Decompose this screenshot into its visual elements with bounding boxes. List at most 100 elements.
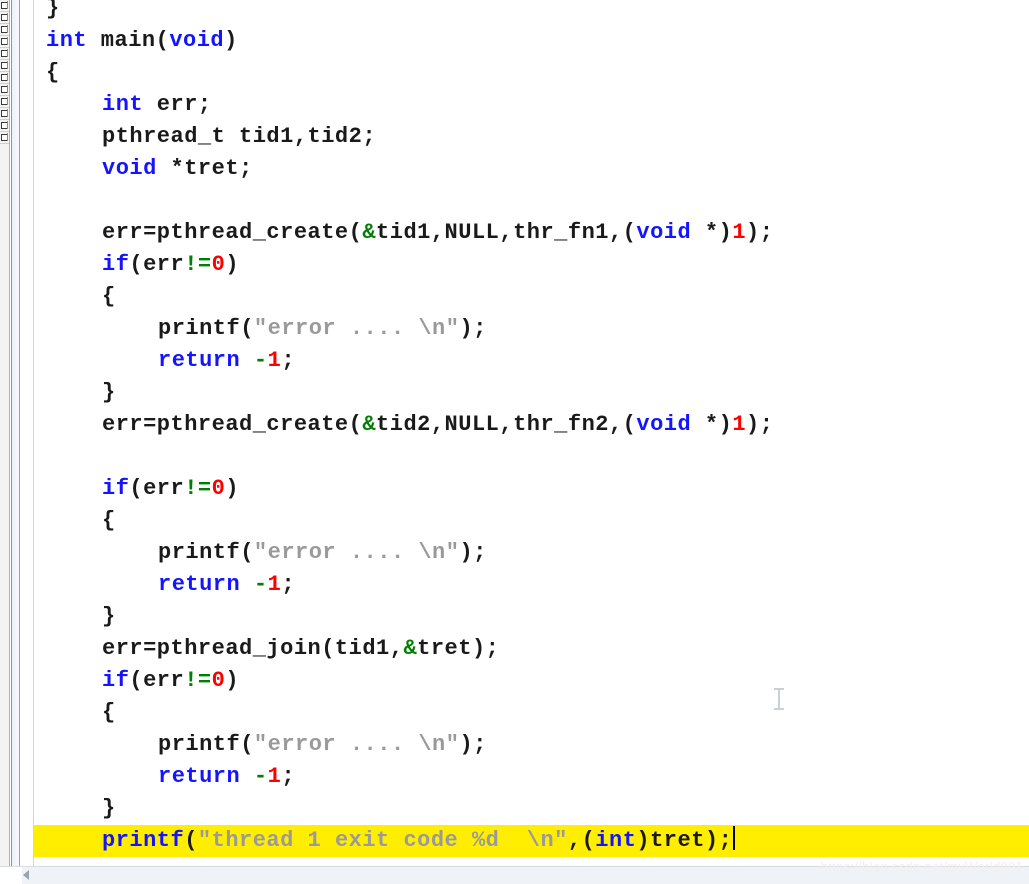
code-line[interactable]: printf("thread 1 exit code %d \n",(int)t… (34, 825, 1029, 857)
code-text-area[interactable]: } int main(void) { int err; pthread_t tid1,t… (34, 0, 1029, 866)
code-token: ( (184, 828, 198, 853)
code-line[interactable]: return -1; (34, 345, 295, 377)
code-line[interactable]: printf("error .... \n"); (34, 313, 487, 345)
code-token: ); (459, 316, 487, 341)
code-token: return (158, 764, 241, 789)
watermark-url: https://blog.csdn.net/myWorld001 (820, 859, 1023, 874)
triangle-left-icon[interactable] (23, 870, 29, 880)
code-line[interactable]: { (34, 281, 116, 313)
code-token: ; (281, 572, 296, 597)
code-line[interactable] (34, 185, 46, 217)
code-token: tid2,NULL,thr_fn2,( (376, 412, 637, 437)
code-line-content: if(err!=0) (34, 252, 239, 277)
bookmark-icon[interactable] (0, 36, 9, 48)
code-token: "thread 1 exit code %d \n" (197, 828, 568, 853)
code-line[interactable]: { (34, 57, 60, 89)
code-token: (err (129, 252, 185, 277)
code-line[interactable]: { (34, 505, 116, 537)
code-token: { (102, 284, 116, 309)
code-line[interactable]: } (34, 793, 116, 825)
code-token: & (362, 220, 377, 245)
code-line[interactable]: } (34, 377, 116, 409)
code-line-content: return -1; (34, 572, 295, 597)
code-line[interactable]: int main(void) (34, 25, 238, 57)
bookmark-icon[interactable] (0, 132, 9, 144)
code-line[interactable]: printf("error .... \n"); (34, 729, 487, 761)
code-line[interactable]: printf("error .... \n"); (34, 537, 487, 569)
code-token: 1 (732, 412, 747, 437)
code-token: *) (691, 412, 733, 437)
code-line[interactable]: pthread_t tid1,tid2; (34, 121, 376, 153)
code-line-content: } (34, 0, 60, 21)
code-line[interactable]: return -1; (34, 761, 295, 793)
code-line[interactable]: if(err!=0) (34, 665, 239, 697)
code-token: ) (225, 252, 240, 277)
code-token: - (253, 348, 268, 373)
bookmark-icon[interactable] (0, 0, 9, 12)
code-line[interactable]: if(err!=0) (34, 473, 239, 505)
code-line-content: err=pthread_create(&tid1,NULL,thr_fn1,(v… (34, 220, 773, 245)
code-line[interactable]: err=pthread_create(&tid1,NULL,thr_fn1,(v… (34, 217, 773, 249)
code-token: printf( (158, 316, 254, 341)
code-token: { (102, 508, 116, 533)
code-token: ); (746, 412, 774, 437)
code-token: 0 (211, 668, 226, 693)
code-token: (err (129, 668, 185, 693)
code-line[interactable]: int err; (34, 89, 212, 121)
code-line[interactable]: } (34, 0, 60, 25)
code-token: void (636, 220, 692, 245)
bookmark-icon[interactable] (0, 24, 9, 36)
code-line-content: if(err!=0) (34, 668, 239, 693)
code-token: if (102, 252, 130, 277)
code-token: (err (129, 476, 185, 501)
code-token: ,( (567, 828, 596, 853)
code-token: err=pthread_join(tid1, (102, 636, 404, 661)
bookmark-icon[interactable] (0, 108, 9, 120)
bookmark-icon[interactable] (0, 48, 9, 60)
bookmark-icon[interactable] (0, 12, 9, 24)
code-line[interactable]: err=pthread_create(&tid2,NULL,thr_fn2,(v… (34, 409, 773, 441)
code-line[interactable]: err=pthread_join(tid1,&tret); (34, 633, 499, 665)
editor-icon-strip[interactable] (0, 0, 10, 883)
editor-gutter[interactable] (10, 0, 22, 883)
code-token: ); (459, 732, 487, 757)
code-token: ) (224, 28, 238, 53)
code-token: 1 (267, 764, 282, 789)
code-token: 1 (267, 572, 282, 597)
bookmark-icon[interactable] (0, 72, 9, 84)
code-line-content: { (34, 508, 116, 533)
code-line-content (34, 444, 46, 469)
code-line[interactable]: { (34, 697, 116, 729)
code-token: void (169, 28, 225, 53)
code-line-content: } (34, 796, 116, 821)
bookmark-icon[interactable] (0, 60, 9, 72)
code-line-content: if(err!=0) (34, 476, 239, 501)
bookmark-icon[interactable] (0, 84, 9, 96)
code-line-content: { (34, 700, 116, 725)
code-line[interactable]: void *tret; (34, 153, 253, 185)
scrollbar-corner (0, 866, 22, 884)
code-token: { (46, 60, 60, 85)
code-line[interactable] (34, 857, 46, 866)
bookmark-icon[interactable] (0, 120, 9, 132)
code-token: )tret); (636, 828, 733, 853)
code-line[interactable]: if(err!=0) (34, 249, 239, 281)
code-token: & (362, 412, 377, 437)
code-line[interactable]: } (34, 601, 116, 633)
code-editor-window: } int main(void) { int err; pthread_t tid1,t… (0, 0, 1029, 884)
code-token: ); (746, 220, 774, 245)
code-line-content: printf("error .... \n"); (34, 732, 487, 757)
code-token: ; (281, 348, 296, 373)
bookmark-icon[interactable] (0, 96, 9, 108)
code-token: tid1,NULL,thr_fn1,( (376, 220, 637, 245)
code-line-content: pthread_t tid1,tid2; (34, 124, 376, 149)
code-line[interactable] (34, 441, 46, 473)
code-token: err=pthread_create( (102, 412, 363, 437)
code-token: printf( (158, 732, 254, 757)
code-line-content: err=pthread_join(tid1,&tret); (34, 636, 499, 661)
code-token: "error .... \n" (253, 732, 460, 757)
code-line-content: int err; (34, 92, 212, 117)
code-line[interactable]: return -1; (34, 569, 295, 601)
